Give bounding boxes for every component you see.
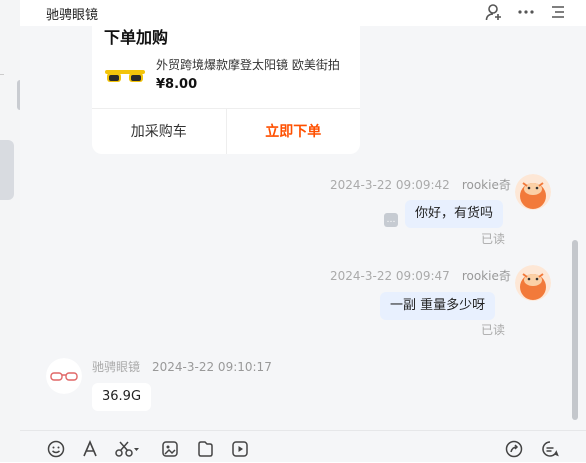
avatar[interactable] — [515, 174, 551, 210]
card-actions: 加采购车 立即下单 — [92, 108, 360, 154]
font-icon[interactable] — [80, 439, 100, 460]
file-icon[interactable] — [195, 440, 215, 460]
sunglasses-image[interactable] — [104, 64, 146, 88]
menu-icon[interactable] — [548, 3, 568, 23]
product-card: 下单加购 外贸跨境爆款摩登太阳镜 欧美街拍 ¥8.00 加采购车 立即下单 — [92, 26, 360, 154]
avatar[interactable] — [515, 265, 551, 301]
product-name[interactable]: 外贸跨境爆款摩登太阳镜 欧美街拍 — [156, 56, 352, 73]
message-time: 2024-3-22 09:09:47 — [330, 269, 450, 283]
emoji-icon[interactable] — [46, 440, 66, 460]
left-panel-edge — [0, 0, 23, 462]
sender-name: 驰骋眼镜 — [92, 360, 141, 374]
sender-name: rookie奇 — [461, 178, 511, 192]
more-icon[interactable] — [516, 3, 536, 23]
image-icon[interactable] — [160, 440, 180, 460]
message-menu-icon[interactable]: … — [384, 213, 398, 227]
chat-settings-icon[interactable] — [540, 440, 560, 460]
read-status: 已读 — [481, 232, 506, 246]
share-icon[interactable] — [504, 440, 524, 460]
message-time: 2024-3-22 09:09:42 — [330, 178, 450, 192]
divider — [0, 74, 4, 75]
message-bubble[interactable]: 36.9G — [92, 383, 152, 411]
sender-name: rookie奇 — [461, 269, 511, 283]
conversation-selected-indicator — [0, 140, 14, 200]
read-status: 已读 — [481, 323, 506, 337]
scissors-icon[interactable] — [114, 440, 142, 460]
input-toolbar — [20, 430, 586, 462]
message-bubble[interactable]: 你好，有货吗 — [405, 200, 504, 228]
message-meta: 驰骋眼镜 2024-3-22 09:10:17 — [92, 358, 272, 375]
chat-scrollbar[interactable] — [572, 240, 578, 420]
card-title: 下单加购 — [104, 28, 169, 47]
buy-now-button[interactable]: 立即下单 — [227, 109, 361, 154]
avatar[interactable] — [46, 358, 82, 394]
product-price: ¥8.00 — [156, 77, 198, 92]
message-meta: 2024-3-22 09:09:42 rookie奇 — [330, 176, 511, 193]
message-meta: 2024-3-22 09:09:47 rookie奇 — [330, 267, 511, 284]
add-user-icon[interactable] — [484, 3, 504, 23]
video-icon[interactable] — [230, 440, 250, 460]
header-actions — [484, 3, 568, 23]
chat-title: 驰骋眼镜 — [46, 8, 99, 23]
message-bubble[interactable]: 一副 重量多少呀 — [380, 292, 496, 320]
chat-window: 驰骋眼镜 下单加购 外贸跨境爆款摩登太阳镜 欧美街拍 ¥8.00 加采购车 立即 — [20, 0, 586, 462]
message-time: 2024-3-22 09:10:17 — [152, 360, 272, 374]
chat-header: 驰骋眼镜 — [20, 0, 586, 26]
add-to-cart-button[interactable]: 加采购车 — [92, 109, 227, 154]
